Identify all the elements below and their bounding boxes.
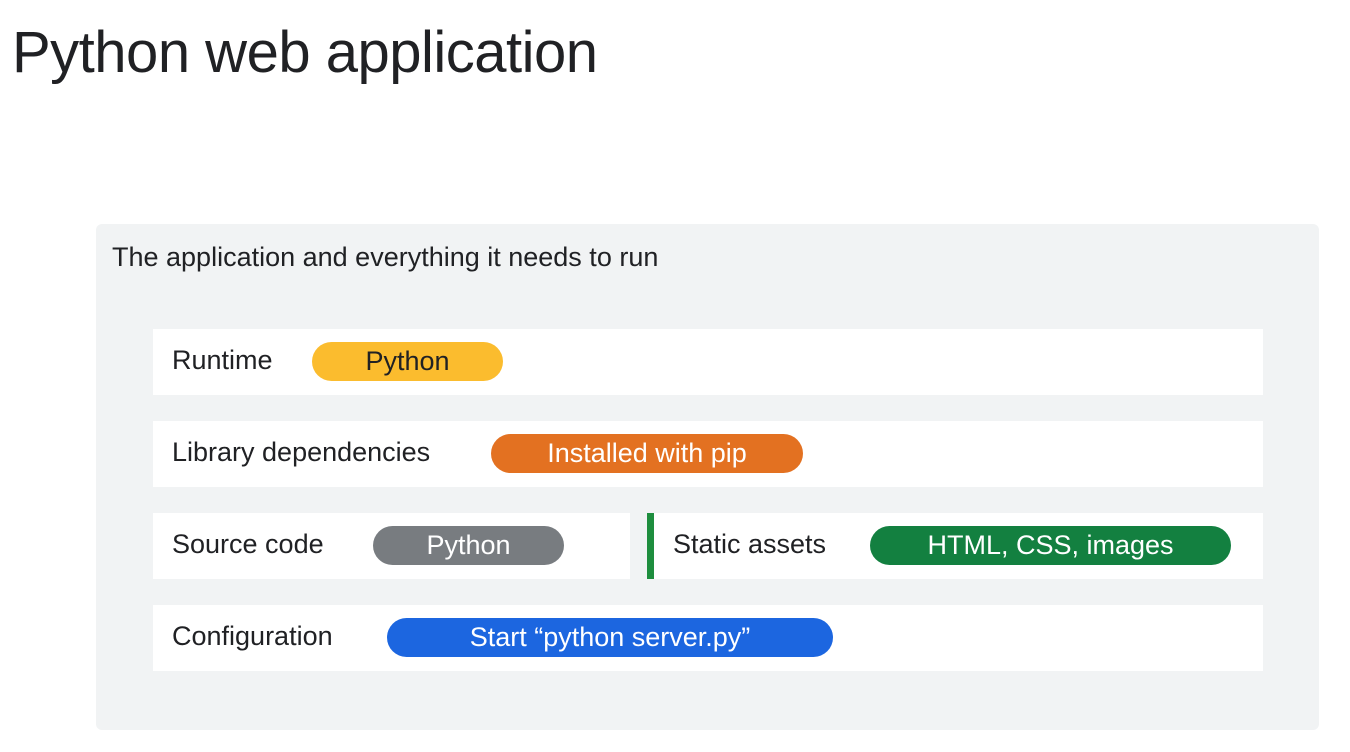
static-assets-label: Static assets	[673, 529, 827, 559]
page-title: Python web application	[12, 20, 598, 85]
container-heading: The application and everything it needs …	[112, 242, 659, 272]
configuration-label: Configuration	[172, 621, 333, 651]
application-container: The application and everything it needs …	[96, 224, 1319, 730]
configuration-pill: Start “python server.py”	[387, 618, 833, 657]
library-dependencies-label: Library dependencies	[172, 437, 431, 467]
vertical-divider	[647, 513, 654, 579]
library-dependencies-pill: Installed with pip	[491, 434, 803, 473]
static-assets-pill: HTML, CSS, images	[870, 526, 1231, 565]
runtime-label: Runtime	[172, 345, 273, 375]
source-code-label: Source code	[172, 529, 324, 559]
runtime-pill: Python	[312, 342, 503, 381]
source-code-pill: Python	[373, 526, 564, 565]
